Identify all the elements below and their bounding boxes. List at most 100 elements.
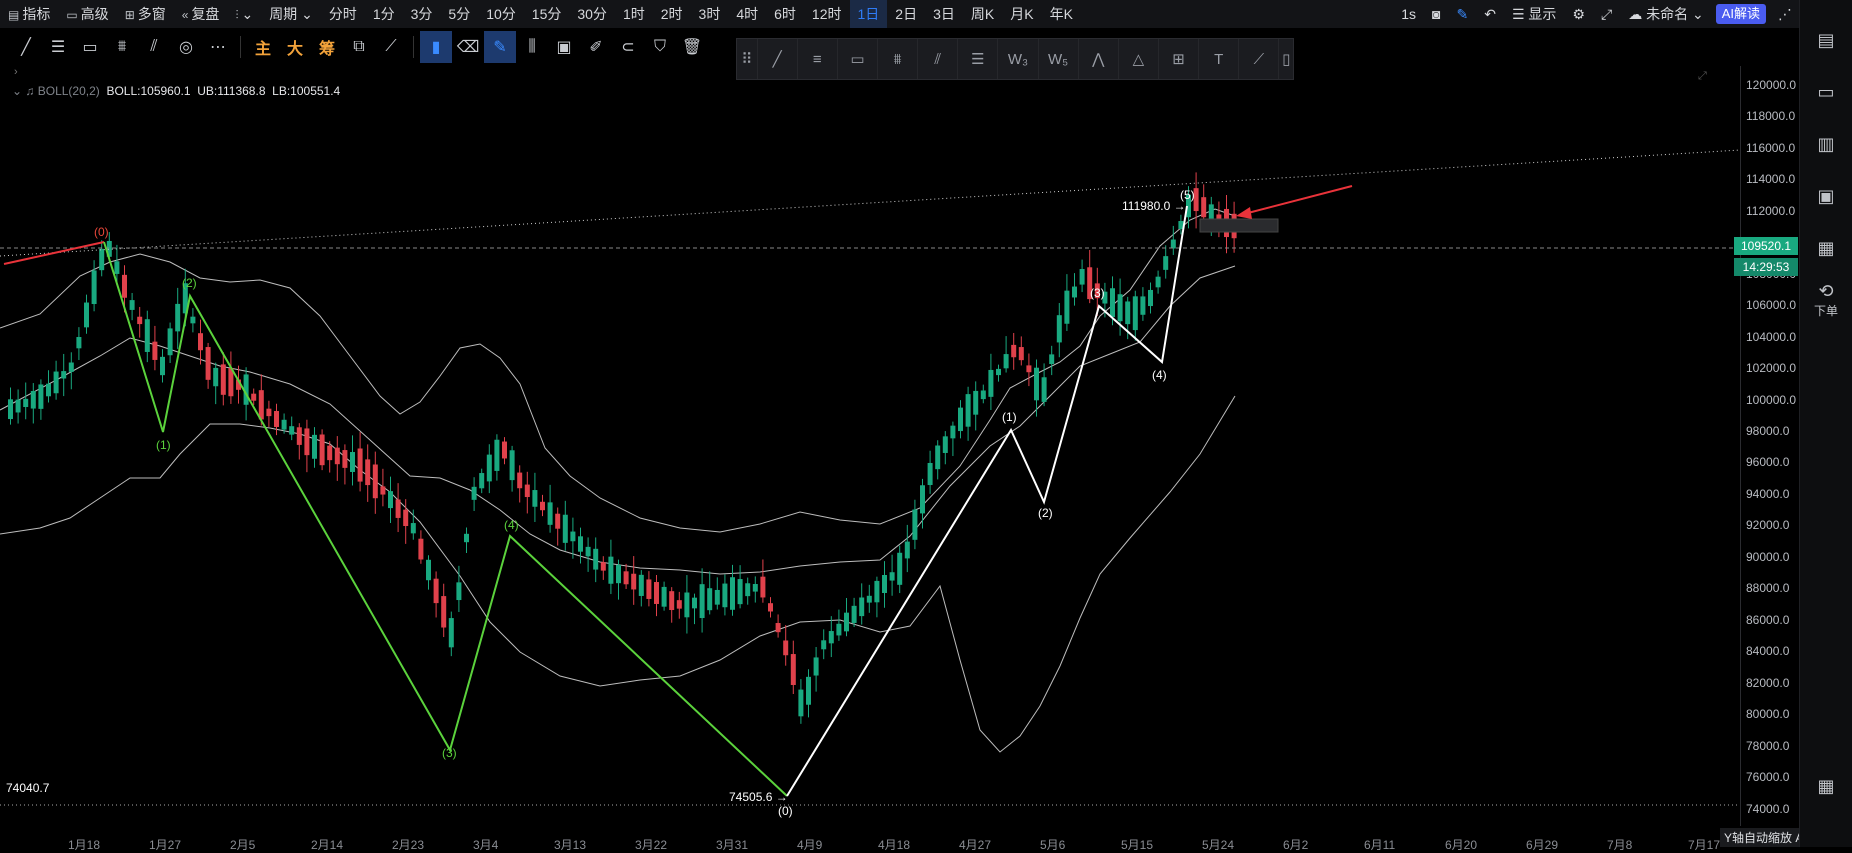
period-2h[interactable]: 2时 xyxy=(653,0,691,28)
spiral-tool-icon[interactable]: ◎ xyxy=(170,31,202,63)
x-tick-label: 5月6 xyxy=(1040,838,1066,852)
indicator-button[interactable]: ▤ 指标 xyxy=(0,0,58,28)
period-1h[interactable]: 1时 xyxy=(615,0,653,28)
period-12h[interactable]: 12时 xyxy=(804,0,850,28)
trash-icon[interactable]: 🗑 xyxy=(676,31,708,63)
filter-icon[interactable]: ⛉ xyxy=(644,31,676,63)
interval-selector[interactable]: 1s xyxy=(1393,0,1424,28)
candle-body xyxy=(1148,289,1153,307)
expand-icon[interactable]: ⤢ xyxy=(1593,0,1620,28)
x-axis[interactable]: 1月18 1月27 2月5 2月14 2月23 3月4 3月13 3月22 3月31 4月9 4月1… xyxy=(0,836,1740,852)
candle-body xyxy=(144,319,150,352)
replay-button[interactable]: «复盘 xyxy=(174,0,228,28)
candle-body xyxy=(426,559,431,581)
hline-tool-icon[interactable]: ☰ xyxy=(42,31,74,63)
period-6h[interactable]: 6时 xyxy=(766,0,804,28)
da-tool-icon[interactable]: 大 xyxy=(279,31,311,63)
period-1d[interactable]: 1日 xyxy=(849,0,888,28)
candle-body xyxy=(1117,294,1123,322)
compare-tool-icon[interactable]: ⧉ xyxy=(343,31,375,63)
candle-body xyxy=(410,523,416,534)
cloud-save-button[interactable]: ☁ 未命名 ⌄ xyxy=(1620,0,1712,28)
period-3m[interactable]: 3分 xyxy=(403,0,441,28)
candle-body xyxy=(578,536,583,552)
notes-icon[interactable]: ▤ xyxy=(1800,14,1852,66)
pen-icon[interactable]: ✎ xyxy=(1449,0,1477,28)
period-10m[interactable]: 10分 xyxy=(478,0,524,28)
calculator-icon[interactable]: ▦ xyxy=(1800,760,1852,812)
chip-tool-icon[interactable]: 筹 xyxy=(311,31,343,63)
candle-body xyxy=(783,640,789,656)
candle-body xyxy=(1125,301,1131,325)
price-chart[interactable] xyxy=(0,66,1740,836)
candle-body xyxy=(479,473,485,489)
multiwindow-button[interactable]: ⊞ 多窗 xyxy=(117,0,174,28)
rect-tool-icon[interactable]: ▭ xyxy=(74,31,106,63)
more-tools-icon[interactable]: ⋯ xyxy=(202,31,234,63)
candle-body xyxy=(897,552,903,585)
period-1m[interactable]: 1分 xyxy=(365,0,403,28)
draw-mode-icon[interactable]: ✎ xyxy=(484,31,516,63)
stats-icon[interactable]: ▥ xyxy=(1800,118,1852,170)
chart-type-button[interactable]: ⫶ ⌄ xyxy=(227,0,261,28)
candle-body xyxy=(471,486,477,500)
edit-icon[interactable]: ✐ xyxy=(580,31,612,63)
pattern-tool-icon[interactable]: ⩩ xyxy=(106,31,138,63)
monitor-icon[interactable]: ▣ xyxy=(1800,170,1852,222)
period-month[interactable]: 月K xyxy=(1002,0,1041,28)
measure-tool-icon[interactable]: ⟋ xyxy=(375,31,407,63)
display-button[interactable]: ☰ 显示 xyxy=(1504,0,1564,28)
magnet-icon[interactable]: ⊂ xyxy=(612,31,644,63)
order-button[interactable]: ⟲ 下单 xyxy=(1800,274,1852,326)
period-3d[interactable]: 3日 xyxy=(925,0,963,28)
advanced-label: 高级 xyxy=(80,6,109,22)
period-2d[interactable]: 2日 xyxy=(887,0,925,28)
settings-icon[interactable]: ⚙ xyxy=(1564,0,1593,28)
bookmark-icon[interactable]: ▮ xyxy=(420,31,452,63)
candle-body xyxy=(547,502,553,525)
x-tick-label: 3月22 xyxy=(635,838,668,852)
candle-body xyxy=(737,579,743,605)
candle-body xyxy=(874,580,880,603)
clipboard-icon[interactable]: ▣ xyxy=(548,31,580,63)
period-5m[interactable]: 5分 xyxy=(440,0,478,28)
advanced-button[interactable]: ▭ 高级 xyxy=(58,0,116,28)
x-tick-label: 5月15 xyxy=(1121,838,1154,852)
candle-body xyxy=(327,445,333,461)
wallet-icon[interactable]: ▦ xyxy=(1800,222,1852,274)
period-30m[interactable]: 30分 xyxy=(569,0,615,28)
camera-icon[interactable]: ◙ xyxy=(1424,0,1448,28)
candle-body xyxy=(859,597,865,617)
candle-body xyxy=(844,612,849,632)
candle-body xyxy=(1049,354,1055,365)
ai-interpret-button[interactable]: AI解读 xyxy=(1715,4,1766,24)
period-15m[interactable]: 15分 xyxy=(524,0,570,28)
period-fenshi[interactable]: 分时 xyxy=(321,0,365,28)
fib-tool-icon[interactable]: ⫽ xyxy=(138,31,170,63)
undo-icon[interactable]: ↶ xyxy=(1476,0,1504,28)
eraser-icon[interactable]: ⌫ xyxy=(452,31,484,63)
advanced-icon: ▭ xyxy=(66,8,78,22)
period-year[interactable]: 年K xyxy=(1042,0,1081,28)
period-week[interactable]: 周K xyxy=(963,0,1002,28)
x-tick-label: 7月17 xyxy=(1688,838,1721,852)
orders-icon[interactable]: ▭ xyxy=(1800,66,1852,118)
candle-body xyxy=(631,573,637,590)
period-4h[interactable]: 4时 xyxy=(728,0,766,28)
candle-body xyxy=(365,459,371,486)
period-3h[interactable]: 3时 xyxy=(691,0,729,28)
candle-body xyxy=(175,303,181,332)
x-tick-label: 2月23 xyxy=(392,838,425,852)
candle-body xyxy=(821,640,827,650)
zhu-tool-icon[interactable]: 主 xyxy=(247,31,279,63)
x-tick-label: 6月2 xyxy=(1283,838,1309,852)
candle-body xyxy=(258,390,264,420)
candle-body xyxy=(676,600,682,609)
candle-body xyxy=(486,454,492,482)
candle-body xyxy=(296,427,302,445)
candle-body xyxy=(129,300,135,310)
share-icon[interactable]: ⋰ xyxy=(1770,0,1800,28)
candle-settings-icon[interactable]: ⫼ xyxy=(516,31,548,63)
line-tool-icon[interactable]: ╱ xyxy=(10,31,42,63)
period-dropdown[interactable]: 周期 ⌄ xyxy=(261,0,321,28)
